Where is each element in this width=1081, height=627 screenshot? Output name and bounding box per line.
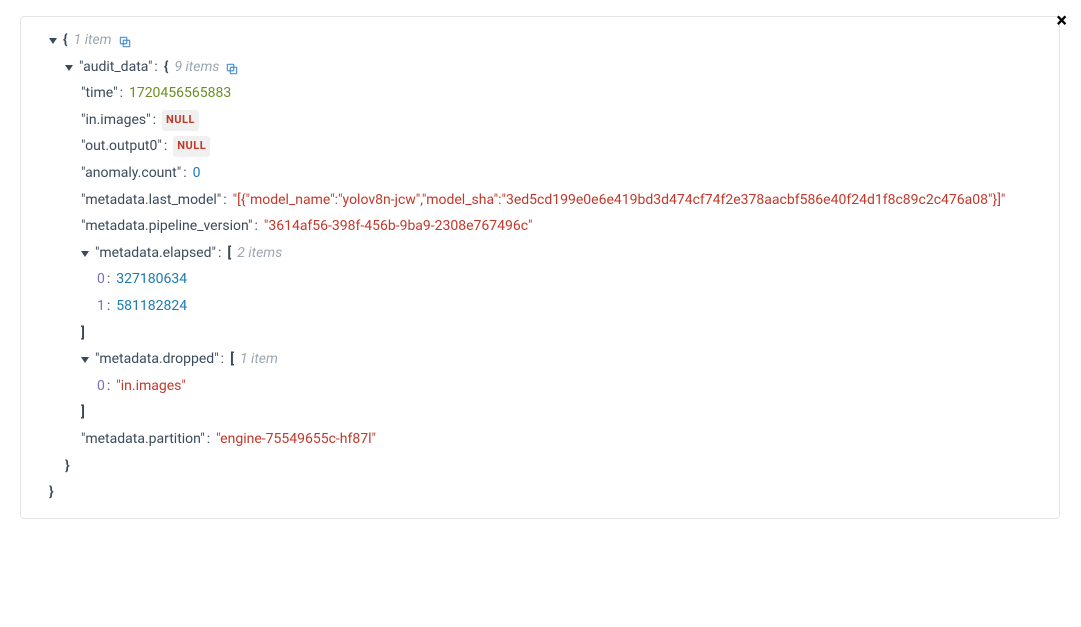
- elapsed-item-0: 0 : 327180634: [33, 266, 1047, 293]
- key-metadata-partition: metadata.partition: [81, 426, 205, 453]
- colon: :: [107, 373, 110, 400]
- colon: :: [223, 187, 226, 214]
- audit-data-items-count: 9 items: [174, 54, 219, 81]
- key-out-output0: out.output0: [81, 133, 162, 160]
- key-audit-data: audit_data: [79, 54, 152, 81]
- copy-icon[interactable]: [118, 35, 132, 49]
- colon: :: [221, 346, 224, 373]
- key-metadata-elapsed: metadata.elapsed: [95, 240, 216, 267]
- entry-out-output0: out.output0 : NULL: [33, 133, 1047, 160]
- json-viewer-panel: { 1 item audit_data : { 9 items time : 1…: [20, 16, 1060, 519]
- root-close-brace: }: [49, 479, 54, 506]
- dropped-index-0: 0: [97, 373, 105, 400]
- elapsed-value-0: 327180634: [116, 266, 187, 293]
- entry-metadata-dropped-open: metadata.dropped : [ 1 item: [33, 346, 1047, 373]
- colon: :: [254, 213, 257, 240]
- elapsed-close-bracket: ]: [81, 320, 85, 347]
- elapsed-index-0: 0: [97, 266, 105, 293]
- colon: :: [207, 426, 210, 453]
- elapsed-value-1: 581182824: [116, 293, 187, 320]
- elapsed-open-bracket: [: [227, 240, 231, 267]
- elapsed-close-row: ]: [33, 320, 1047, 347]
- caret-down-icon[interactable]: [49, 38, 57, 44]
- entry-metadata-pipeline-version: metadata.pipeline_version : 3614af56-398…: [33, 213, 1047, 240]
- value-time: 1720456565883: [129, 80, 231, 107]
- entry-metadata-last-model: metadata.last_model : [{"model_name":"yo…: [33, 187, 1047, 214]
- entry-in-images: in.images : NULL: [33, 107, 1047, 134]
- entry-time: time : 1720456565883: [33, 80, 1047, 107]
- value-metadata-pipeline-version: 3614af56-398f-456b-9ba9-2308e767496c: [264, 213, 533, 240]
- caret-down-icon[interactable]: [81, 357, 89, 363]
- entry-metadata-elapsed-open: metadata.elapsed : [ 2 items: [33, 240, 1047, 267]
- key-anomaly-count: anomaly.count: [81, 160, 181, 187]
- audit-data-open-row: audit_data : { 9 items: [33, 54, 1047, 81]
- value-metadata-partition: engine-75549655c-hf87l: [216, 426, 376, 453]
- colon: :: [154, 54, 157, 81]
- audit-data-open-brace: {: [164, 54, 169, 81]
- elapsed-index-1: 1: [97, 293, 105, 320]
- caret-down-icon[interactable]: [65, 65, 73, 71]
- caret-down-icon[interactable]: [81, 251, 89, 257]
- dropped-value-0: in.images: [116, 373, 186, 400]
- audit-data-close-row: }: [33, 453, 1047, 480]
- dropped-items-count: 1 item: [240, 346, 278, 373]
- colon: :: [164, 133, 167, 160]
- key-metadata-dropped: metadata.dropped: [95, 346, 219, 373]
- colon: :: [218, 240, 221, 267]
- value-anomaly-count: 0: [193, 160, 201, 187]
- colon: :: [183, 160, 186, 187]
- key-in-images: in.images: [81, 107, 151, 134]
- dropped-open-bracket: [: [230, 346, 234, 373]
- root-open-row: { 1 item: [33, 27, 1047, 54]
- elapsed-items-count: 2 items: [237, 240, 282, 267]
- value-in-images-null: NULL: [162, 110, 199, 131]
- dropped-close-row: ]: [33, 399, 1047, 426]
- root-close-row: }: [33, 479, 1047, 506]
- key-time: time: [81, 80, 118, 107]
- elapsed-item-1: 1 : 581182824: [33, 293, 1047, 320]
- audit-data-close-brace: }: [65, 453, 70, 480]
- colon: :: [107, 293, 110, 320]
- value-out-output0-null: NULL: [173, 136, 210, 157]
- dropped-item-0: 0 : in.images: [33, 373, 1047, 400]
- close-button[interactable]: ×: [1056, 10, 1067, 30]
- root-open-brace: {: [63, 27, 68, 54]
- colon: :: [120, 80, 123, 107]
- copy-icon[interactable]: [225, 62, 239, 76]
- dropped-close-bracket: ]: [81, 399, 85, 426]
- root-items-count: 1 item: [74, 27, 112, 54]
- key-metadata-last-model: metadata.last_model: [81, 187, 221, 214]
- value-metadata-last-model: [{"model_name":"yolov8n-jcw","model_sha"…: [233, 187, 1006, 214]
- key-metadata-pipeline-version: metadata.pipeline_version: [81, 213, 252, 240]
- entry-anomaly-count: anomaly.count : 0: [33, 160, 1047, 187]
- colon: :: [107, 266, 110, 293]
- colon: :: [153, 107, 156, 134]
- entry-metadata-partition: metadata.partition : engine-75549655c-hf…: [33, 426, 1047, 453]
